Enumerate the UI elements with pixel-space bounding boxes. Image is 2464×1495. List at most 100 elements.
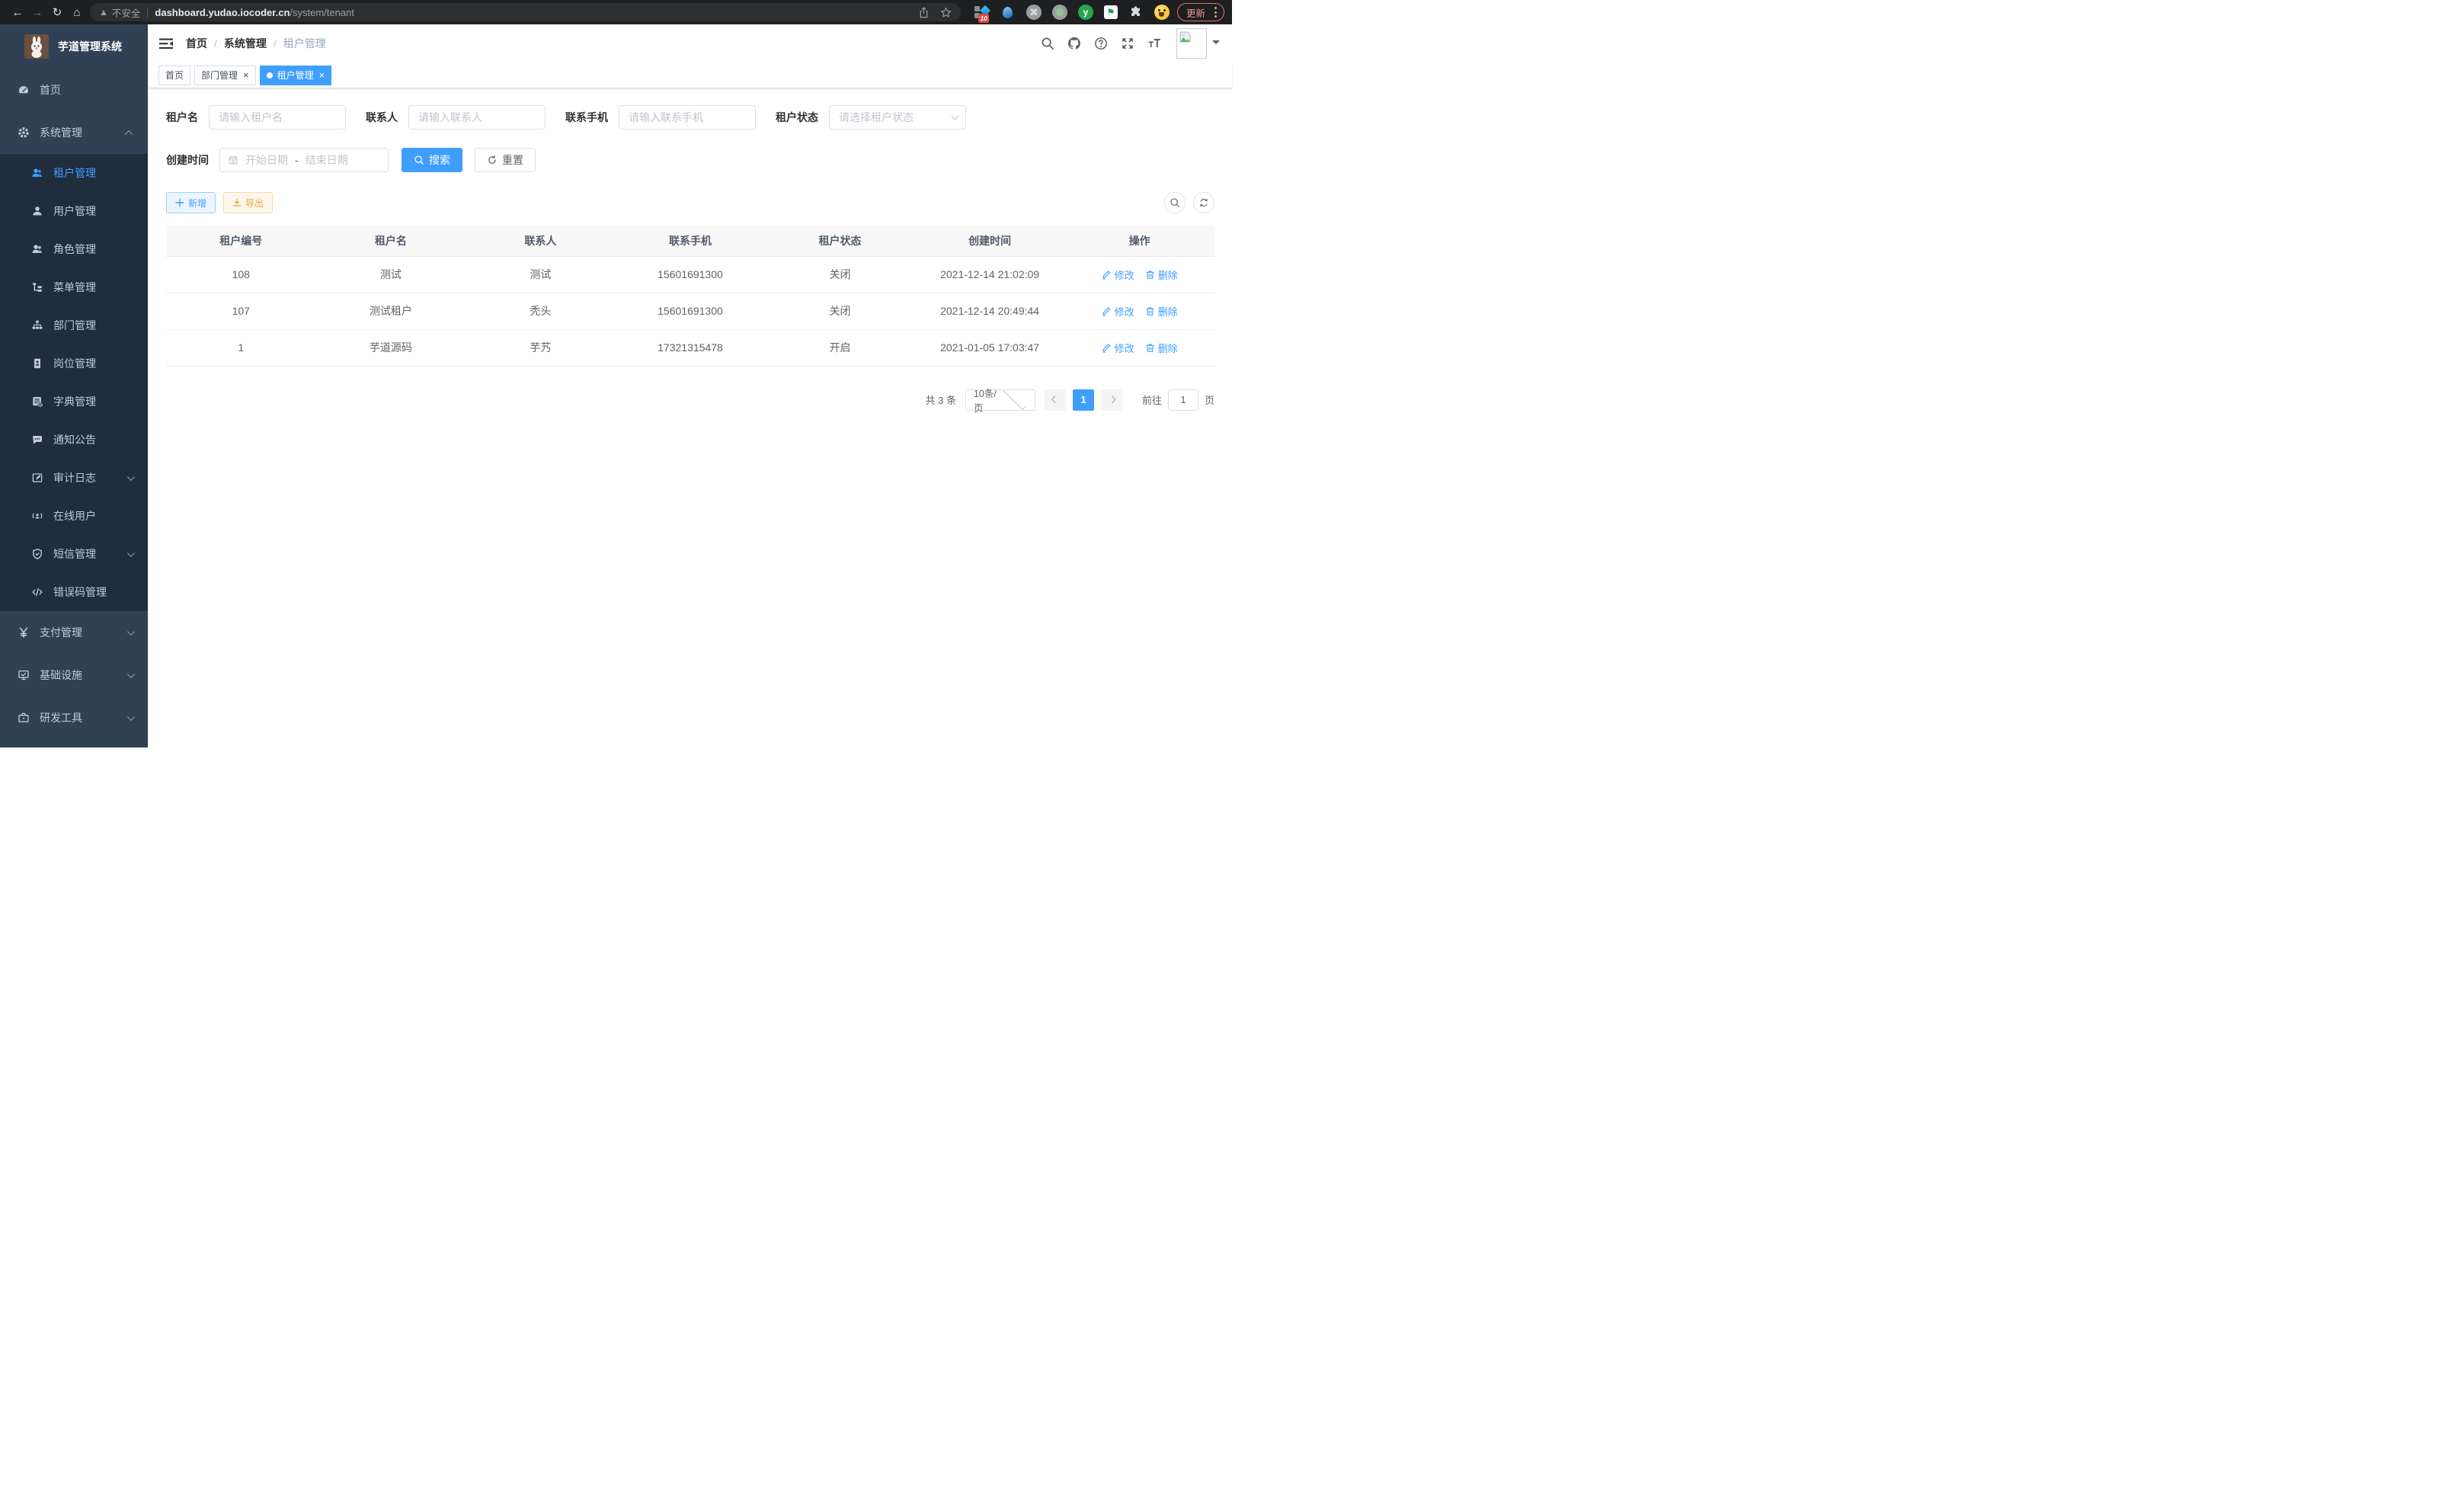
total-count: 共 3 条	[926, 392, 956, 407]
breadcrumb-item-0[interactable]: 首页	[186, 36, 207, 51]
sidebar-item-payment-management[interactable]: 支付管理	[0, 611, 148, 654]
search-icon	[1170, 197, 1180, 208]
sidebar-item-post-management[interactable]: 岗位管理	[0, 344, 148, 383]
sidebar-item-online-users[interactable]: 在线用户	[0, 497, 148, 535]
dictionary-icon	[31, 395, 43, 408]
export-button[interactable]: 导出	[223, 192, 273, 213]
browser-forward-icon[interactable]: →	[27, 3, 47, 21]
tab-close-icon[interactable]: ×	[243, 70, 249, 80]
sidebar-item-dev-tools[interactable]: 研发工具	[0, 696, 148, 739]
help-icon[interactable]	[1094, 37, 1108, 50]
sidebar-item-role-management[interactable]: 角色管理	[0, 230, 148, 268]
sidebar-item-label: 基础设施	[40, 667, 82, 683]
refresh-table-button[interactable]	[1193, 192, 1214, 213]
user-icon	[31, 205, 43, 217]
cell-created: 2021-12-14 21:02:09	[915, 256, 1065, 293]
extension-command-icon[interactable]: ⌘	[1026, 5, 1042, 20]
sidebar-item-sms-management[interactable]: 短信管理	[0, 535, 148, 573]
online-user-icon	[31, 510, 43, 522]
tab-home[interactable]: 首页	[158, 66, 190, 85]
sidebar-item-label: 错误码管理	[53, 584, 107, 600]
trash-icon	[1145, 270, 1155, 280]
user-menu-caret-icon[interactable]	[1212, 40, 1220, 48]
sidebar-item-label: 岗位管理	[53, 356, 96, 371]
table-row: 108测试测试15601691300关闭2021-12-14 21:02:09修…	[166, 256, 1214, 293]
tab-close-icon[interactable]: ×	[319, 70, 325, 80]
cell-id: 107	[166, 293, 316, 329]
delete-link[interactable]: 删除	[1145, 267, 1178, 282]
phone-label: 联系手机	[565, 110, 608, 125]
sidebar-item-menu-management[interactable]: 菜单管理	[0, 268, 148, 306]
fullscreen-icon[interactable]	[1121, 37, 1134, 50]
sidebar-item-dept-management[interactable]: 部门管理	[0, 306, 148, 344]
status-select[interactable]: 请选择租户状态	[829, 105, 966, 130]
tenant-name-input[interactable]	[209, 105, 346, 130]
extension-flag-icon[interactable]: ⚑	[1104, 5, 1118, 19]
sidebar-item-home[interactable]: 首页	[0, 69, 148, 111]
edit-link[interactable]: 修改	[1102, 267, 1134, 282]
create-time-label: 创建时间	[166, 152, 209, 168]
delete-link-label: 删除	[1158, 341, 1178, 355]
browser-reload-icon[interactable]: ↻	[47, 3, 67, 21]
sidebar-item-dict-management[interactable]: 字典管理	[0, 383, 148, 421]
github-icon[interactable]	[1067, 37, 1081, 50]
chevron-down-icon	[127, 671, 135, 678]
user-avatar[interactable]	[1176, 28, 1207, 59]
delete-link[interactable]: 删除	[1145, 341, 1178, 355]
edit-link[interactable]: 修改	[1102, 304, 1134, 319]
search-icon	[414, 155, 424, 165]
extension-balloon-icon[interactable]	[1000, 5, 1016, 20]
prev-page-button[interactable]	[1045, 389, 1066, 411]
sidebar-item-label: 审计日志	[53, 470, 96, 485]
edit-link[interactable]: 修改	[1102, 341, 1134, 355]
extension-drawio-icon[interactable]: 10	[974, 5, 990, 20]
page-size-select[interactable]: 10条/页	[965, 389, 1035, 411]
contact-input[interactable]	[408, 105, 546, 130]
tab-tenant-management[interactable]: 租户管理 ×	[260, 66, 332, 85]
browser-back-icon[interactable]: ←	[8, 3, 27, 21]
sidebar-item-notice-announcement[interactable]: 通知公告	[0, 421, 148, 459]
phone-input[interactable]	[619, 105, 756, 130]
sidebar-item-user-management[interactable]: 用户管理	[0, 192, 148, 230]
browser-profile-avatar[interactable]	[1154, 5, 1170, 20]
sidebar-collapse-icon[interactable]	[158, 37, 174, 51]
cell-name: 芋道源码	[316, 329, 466, 366]
delete-link[interactable]: 删除	[1145, 304, 1178, 319]
browser-home-icon[interactable]: ⌂	[67, 3, 87, 21]
extension-recorder-icon[interactable]	[1052, 5, 1067, 20]
search-button[interactable]: 搜索	[402, 148, 462, 172]
content: 租户名 联系人 联系手机 租户状态 请选择租户状态	[148, 88, 1232, 748]
breadcrumb: 首页/系统管理/租户管理	[186, 36, 326, 51]
next-page-button[interactable]	[1101, 389, 1122, 411]
search-icon[interactable]	[1041, 37, 1054, 50]
sidebar-item-label: 支付管理	[40, 625, 82, 640]
chevron-down-icon	[127, 549, 135, 557]
breadcrumb-item-1[interactable]: 系统管理	[224, 36, 267, 51]
sidebar-item-infrastructure[interactable]: 基础设施	[0, 654, 148, 696]
users-icon	[31, 243, 43, 255]
url-path: /system/tenant	[290, 7, 354, 18]
extension-badge: 10	[978, 14, 989, 23]
bookmark-star-icon[interactable]	[940, 7, 952, 18]
browser-menu-icon[interactable]	[1211, 7, 1220, 18]
sidebar-item-tenant-management[interactable]: 租户管理	[0, 154, 148, 192]
page-number-1[interactable]: 1	[1073, 389, 1094, 411]
share-icon[interactable]	[918, 7, 930, 18]
address-bar[interactable]: ▲ 不安全 dashboard.yudao.iocoder.cn/system/…	[90, 3, 961, 21]
goto-page-input[interactable]	[1168, 389, 1198, 411]
tab-label: 租户管理	[277, 69, 314, 82]
create-time-range-picker[interactable]: 开始日期 - 结束日期	[219, 148, 389, 172]
cell-contact: 测试	[466, 256, 616, 293]
add-button[interactable]: 新增	[166, 192, 216, 213]
extension-y-icon[interactable]: y	[1078, 5, 1093, 20]
sidebar-item-system-management[interactable]: 系统管理	[0, 111, 148, 154]
app-logo[interactable]: 芋道管理系统	[0, 24, 148, 69]
sidebar-item-audit-log[interactable]: 审计日志	[0, 459, 148, 497]
reset-button[interactable]: 重置	[475, 148, 536, 172]
tab-dept-management[interactable]: 部门管理×	[194, 66, 256, 85]
update-button[interactable]: 更新	[1177, 3, 1224, 21]
sidebar-item-error-code-management[interactable]: 错误码管理	[0, 573, 148, 611]
extension-puzzle-icon[interactable]	[1128, 5, 1144, 20]
toggle-search-button[interactable]	[1164, 192, 1186, 213]
font-size-icon[interactable]	[1147, 37, 1161, 50]
